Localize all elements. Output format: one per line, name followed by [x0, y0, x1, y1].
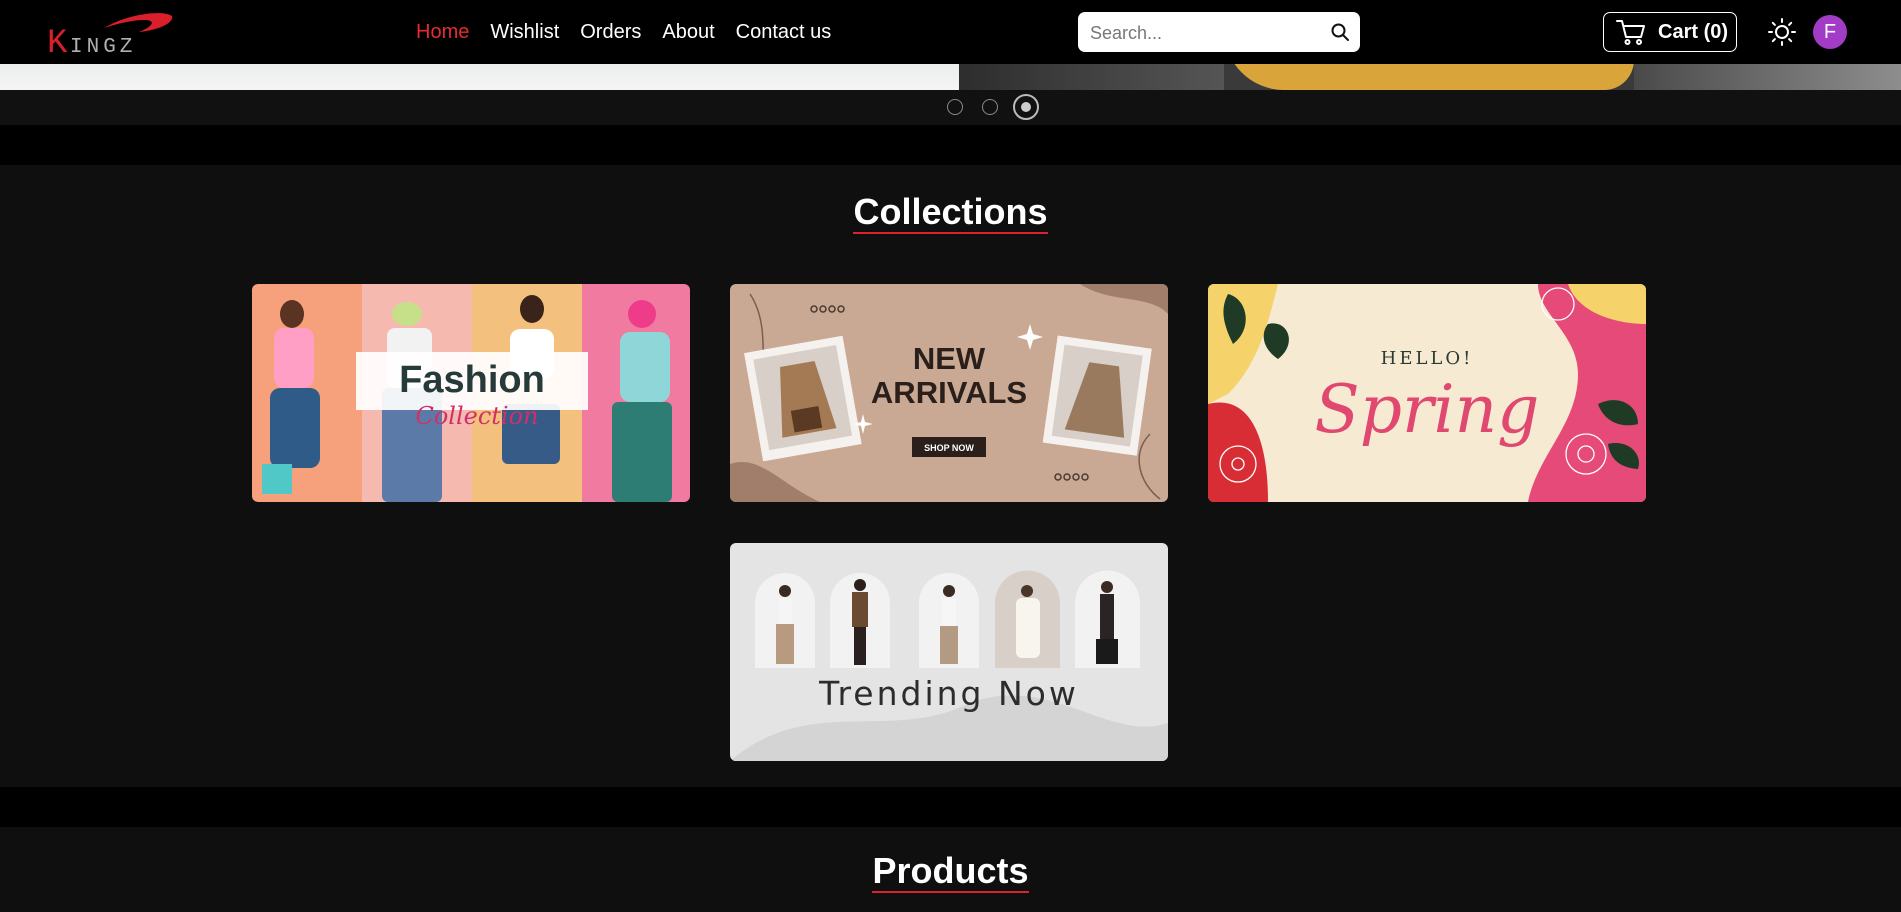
brand-logo[interactable]: K INGZ: [44, 8, 184, 63]
carousel-dot-3[interactable]: [1013, 94, 1039, 120]
carousel-dot-2[interactable]: [982, 99, 998, 115]
nav-link-home[interactable]: Home: [416, 21, 469, 44]
main-nav: Home Wishlist Orders About Contact us: [416, 0, 831, 64]
nav-link-contact[interactable]: Contact us: [736, 21, 832, 44]
search-box: [1078, 12, 1360, 54]
products-section: Products: [0, 827, 1901, 912]
fashion-title: Fashion: [399, 359, 545, 401]
cart-label: Cart (0): [1658, 20, 1729, 43]
shop-now-badge: SHOP NOW: [924, 443, 974, 453]
nav-link-about[interactable]: About: [662, 21, 714, 44]
trending-title: Trending Now: [818, 674, 1079, 713]
search-icon[interactable]: [1330, 22, 1350, 42]
nav-link-orders[interactable]: Orders: [580, 21, 641, 44]
spring-title: Spring: [1315, 371, 1540, 448]
collection-card-trending[interactable]: Trending Now: [730, 543, 1168, 761]
user-avatar[interactable]: F: [1813, 15, 1847, 49]
hero-slide-left: [0, 64, 959, 90]
cart-button[interactable]: Cart (0): [1603, 12, 1737, 52]
cart-icon: [1616, 20, 1645, 45]
navbar: K INGZ Home Wishlist Orders About Contac…: [0, 0, 1901, 64]
products-heading: Products: [872, 850, 1029, 893]
sun-icon[interactable]: [1767, 17, 1797, 47]
collection-card-new-arrivals[interactable]: NEW ARRIVALS SHOP NOW: [730, 284, 1168, 502]
collection-card-spring[interactable]: HELLO! Spring: [1208, 284, 1646, 502]
collections-section: Collections Fashion Collection NEW ARRIV…: [0, 165, 1901, 787]
collection-card-fashion[interactable]: Fashion Collection: [252, 284, 690, 502]
search-input[interactable]: [1088, 12, 1322, 54]
logo-wordmark: INGZ: [70, 36, 136, 56]
new-arrivals-line2: ARRIVALS: [871, 375, 1027, 410]
fashion-subtitle: Collection: [415, 402, 538, 430]
nav-link-wishlist[interactable]: Wishlist: [490, 21, 559, 44]
hero-slide-right: [959, 64, 1901, 90]
new-arrivals-line1: NEW: [913, 341, 986, 376]
collections-heading: Collections: [853, 191, 1048, 234]
carousel-dot-1[interactable]: [947, 99, 963, 115]
svg-text:K: K: [47, 25, 68, 56]
carousel-indicators: [0, 90, 1901, 125]
hero-carousel: [0, 64, 1901, 90]
spring-hello: HELLO!: [1381, 348, 1474, 369]
